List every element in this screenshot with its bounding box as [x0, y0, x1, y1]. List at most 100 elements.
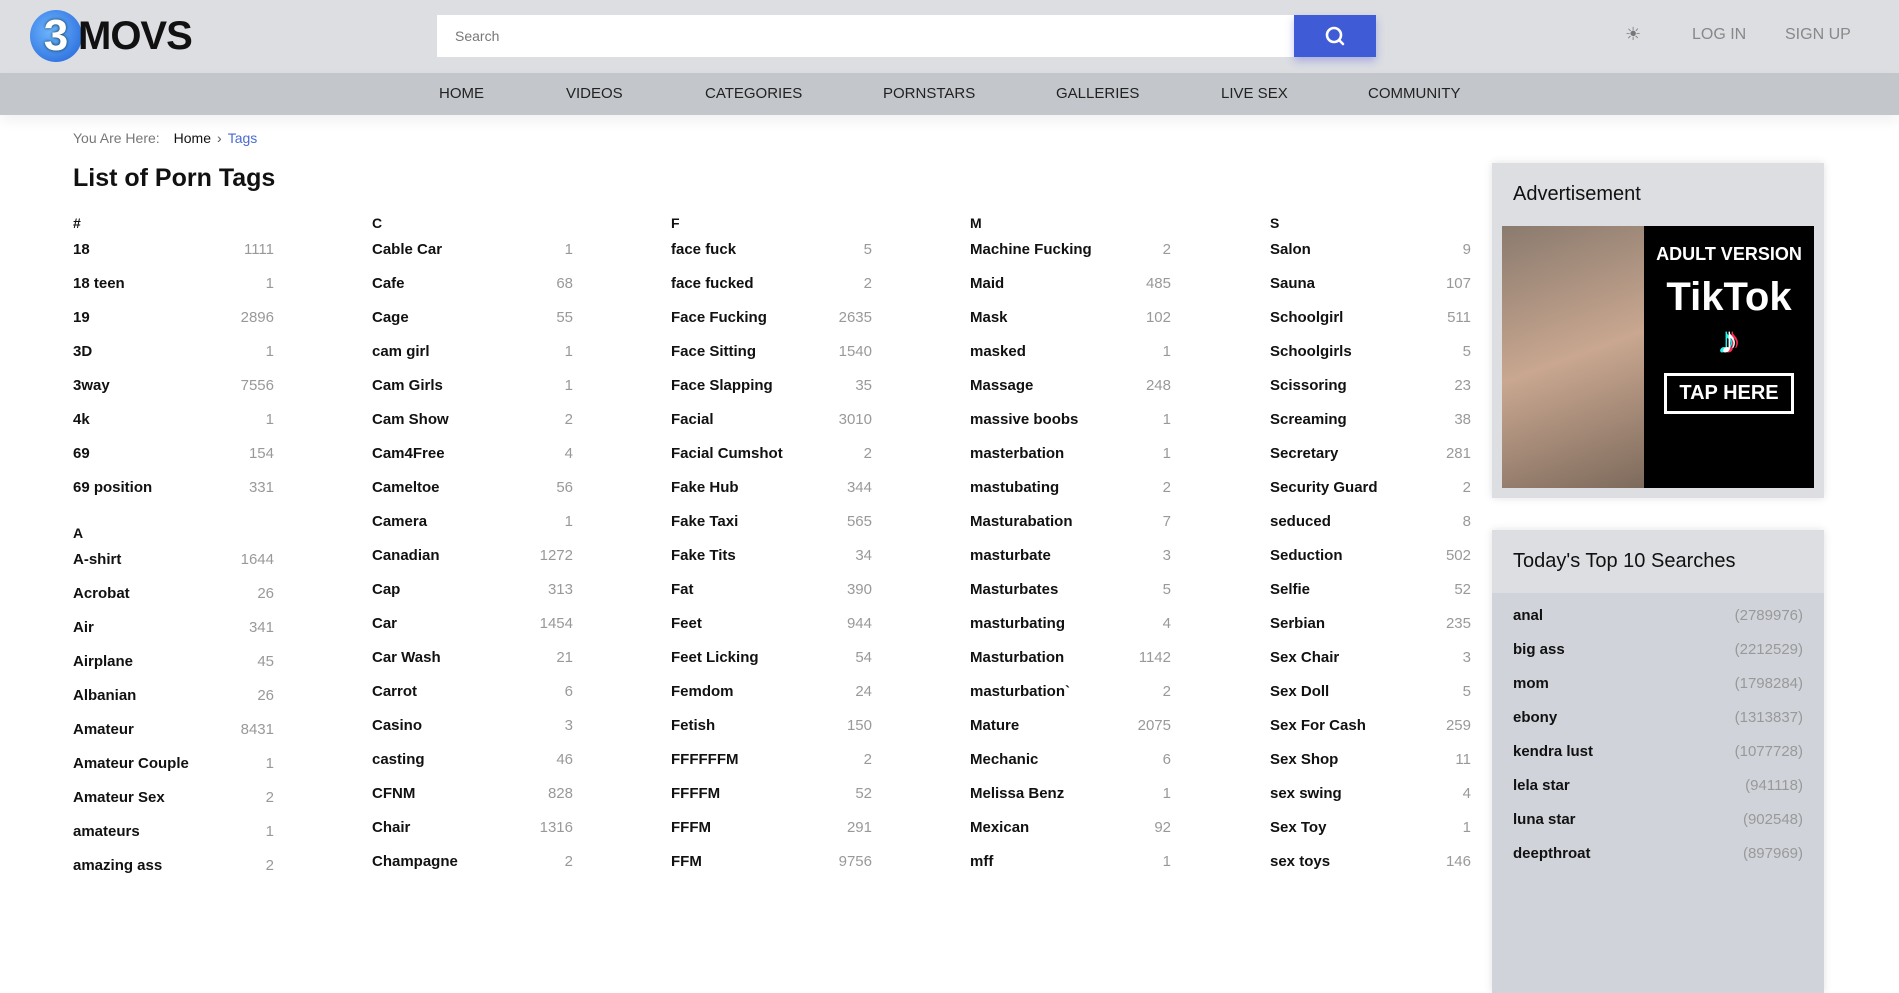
tag-link[interactable]: 19: [73, 308, 90, 342]
tag-row[interactable]: Sauna 107: [1270, 274, 1471, 308]
tag-link[interactable]: masterbation: [970, 444, 1064, 478]
tag-link[interactable]: Seduction: [1270, 546, 1343, 580]
tag-link[interactable]: 18 teen: [73, 274, 125, 308]
tag-link[interactable]: Massage: [970, 376, 1033, 410]
tag-link[interactable]: Mature: [970, 716, 1019, 750]
tag-link[interactable]: Cam Show: [372, 410, 449, 444]
tag-link[interactable]: Schoolgirl: [1270, 308, 1343, 342]
tag-row[interactable]: A-shirt 1644: [73, 550, 274, 584]
tag-link[interactable]: amateurs: [73, 822, 140, 856]
tag-link[interactable]: FFFM: [671, 818, 711, 852]
tag-row[interactable]: Masturbation 1142: [970, 648, 1171, 682]
tag-row[interactable]: FFM 9756: [671, 852, 872, 886]
tag-row[interactable]: Cam4Free 4: [372, 444, 573, 478]
tag-row[interactable]: Femdom 24: [671, 682, 872, 716]
tag-link[interactable]: sex toys: [1270, 852, 1330, 886]
top-search-item[interactable]: ebony (1313837): [1513, 709, 1803, 743]
tag-link[interactable]: Cable Car: [372, 240, 442, 274]
tag-link[interactable]: Selfie: [1270, 580, 1310, 614]
tag-link[interactable]: 4k: [73, 410, 90, 444]
tag-row[interactable]: amazing ass 2: [73, 856, 274, 890]
search-input[interactable]: [437, 15, 1295, 57]
top-search-link[interactable]: anal: [1513, 607, 1543, 641]
tag-link[interactable]: Mask: [970, 308, 1008, 342]
tag-row[interactable]: sex toys 146: [1270, 852, 1471, 886]
tag-row[interactable]: 18 teen 1: [73, 274, 274, 308]
breadcrumb-home[interactable]: Home: [174, 130, 211, 146]
tag-row[interactable]: CFNM 828: [372, 784, 573, 818]
tag-link[interactable]: massive boobs: [970, 410, 1078, 444]
nav-categories[interactable]: CATEGORIES: [705, 85, 802, 102]
tag-row[interactable]: Fat 390: [671, 580, 872, 614]
tag-row[interactable]: Masturbates 5: [970, 580, 1171, 614]
tag-row[interactable]: Schoolgirl 511: [1270, 308, 1471, 342]
tag-row[interactable]: Face Fucking 2635: [671, 308, 872, 342]
tag-link[interactable]: Masturbates: [970, 580, 1058, 614]
tag-row[interactable]: Cage 55: [372, 308, 573, 342]
tag-row[interactable]: FFFFM 52: [671, 784, 872, 818]
tag-row[interactable]: Airplane 45: [73, 652, 274, 686]
tag-link[interactable]: Car: [372, 614, 397, 648]
nav-pornstars[interactable]: PORNSTARS: [883, 85, 975, 102]
tag-row[interactable]: massive boobs 1: [970, 410, 1171, 444]
tag-row[interactable]: Cap 313: [372, 580, 573, 614]
tag-link[interactable]: Face Slapping: [671, 376, 773, 410]
tag-link[interactable]: Acrobat: [73, 584, 130, 618]
tag-row[interactable]: Fake Hub 344: [671, 478, 872, 512]
tag-row[interactable]: Camera 1: [372, 512, 573, 546]
tag-link[interactable]: FFFFM: [671, 784, 720, 818]
tag-link[interactable]: Serbian: [1270, 614, 1325, 648]
tag-row[interactable]: Mechanic 6: [970, 750, 1171, 784]
nav-galleries[interactable]: GALLERIES: [1056, 85, 1139, 102]
tag-link[interactable]: Scissoring: [1270, 376, 1347, 410]
tag-row[interactable]: Scissoring 23: [1270, 376, 1471, 410]
tag-row[interactable]: Cameltoe 56: [372, 478, 573, 512]
tag-row[interactable]: Mask 102: [970, 308, 1171, 342]
tag-link[interactable]: 69 position: [73, 478, 152, 512]
tag-row[interactable]: Car Wash 21: [372, 648, 573, 682]
tag-row[interactable]: Machine Fucking 2: [970, 240, 1171, 274]
signup-link[interactable]: SIGN UP: [1785, 26, 1851, 44]
tag-row[interactable]: Sex Doll 5: [1270, 682, 1471, 716]
tag-row[interactable]: Screaming 38: [1270, 410, 1471, 444]
tag-link[interactable]: A-shirt: [73, 550, 121, 584]
tag-link[interactable]: Femdom: [671, 682, 734, 716]
tag-link[interactable]: Cam Girls: [372, 376, 443, 410]
tag-link[interactable]: Fat: [671, 580, 694, 614]
tag-row[interactable]: Facial Cumshot 2: [671, 444, 872, 478]
top-search-item[interactable]: mom (1798284): [1513, 675, 1803, 709]
tag-link[interactable]: amazing ass: [73, 856, 162, 890]
tag-row[interactable]: Cafe 68: [372, 274, 573, 308]
tag-link[interactable]: Face Sitting: [671, 342, 756, 376]
top-search-link[interactable]: luna star: [1513, 811, 1576, 845]
tag-link[interactable]: Sex Toy: [1270, 818, 1326, 852]
tag-row[interactable]: sex swing 4: [1270, 784, 1471, 818]
tag-row[interactable]: Massage 248: [970, 376, 1171, 410]
top-search-item[interactable]: big ass (2212529): [1513, 641, 1803, 675]
logo[interactable]: 3 MOVS: [30, 10, 193, 62]
tag-row[interactable]: masturbation` 2: [970, 682, 1171, 716]
tag-link[interactable]: Sex Chair: [1270, 648, 1339, 682]
tag-row[interactable]: Fake Taxi 565: [671, 512, 872, 546]
tag-link[interactable]: mastubating: [970, 478, 1059, 512]
tag-link[interactable]: Secretary: [1270, 444, 1338, 478]
tag-row[interactable]: amateurs 1: [73, 822, 274, 856]
tag-link[interactable]: Cap: [372, 580, 400, 614]
ad-banner[interactable]: ADULT VERSION TikTok ♪ TAP HERE: [1502, 226, 1814, 488]
tag-link[interactable]: Airplane: [73, 652, 133, 686]
tag-row[interactable]: 69 154: [73, 444, 274, 478]
tag-link[interactable]: Security Guard: [1270, 478, 1378, 512]
tag-link[interactable]: Car Wash: [372, 648, 441, 682]
tag-row[interactable]: 19 2896: [73, 308, 274, 342]
tag-link[interactable]: Sex For Cash: [1270, 716, 1366, 750]
top-search-link[interactable]: mom: [1513, 675, 1549, 709]
tag-row[interactable]: 4k 1: [73, 410, 274, 444]
tag-link[interactable]: Facial Cumshot: [671, 444, 783, 478]
tag-link[interactable]: Amateur Sex: [73, 788, 165, 822]
top-search-link[interactable]: big ass: [1513, 641, 1565, 675]
tag-row[interactable]: Facial 3010: [671, 410, 872, 444]
tag-row[interactable]: Champagne 2: [372, 852, 573, 886]
tag-row[interactable]: masterbation 1: [970, 444, 1171, 478]
tag-link[interactable]: masked: [970, 342, 1026, 376]
tag-row[interactable]: Face Sitting 1540: [671, 342, 872, 376]
